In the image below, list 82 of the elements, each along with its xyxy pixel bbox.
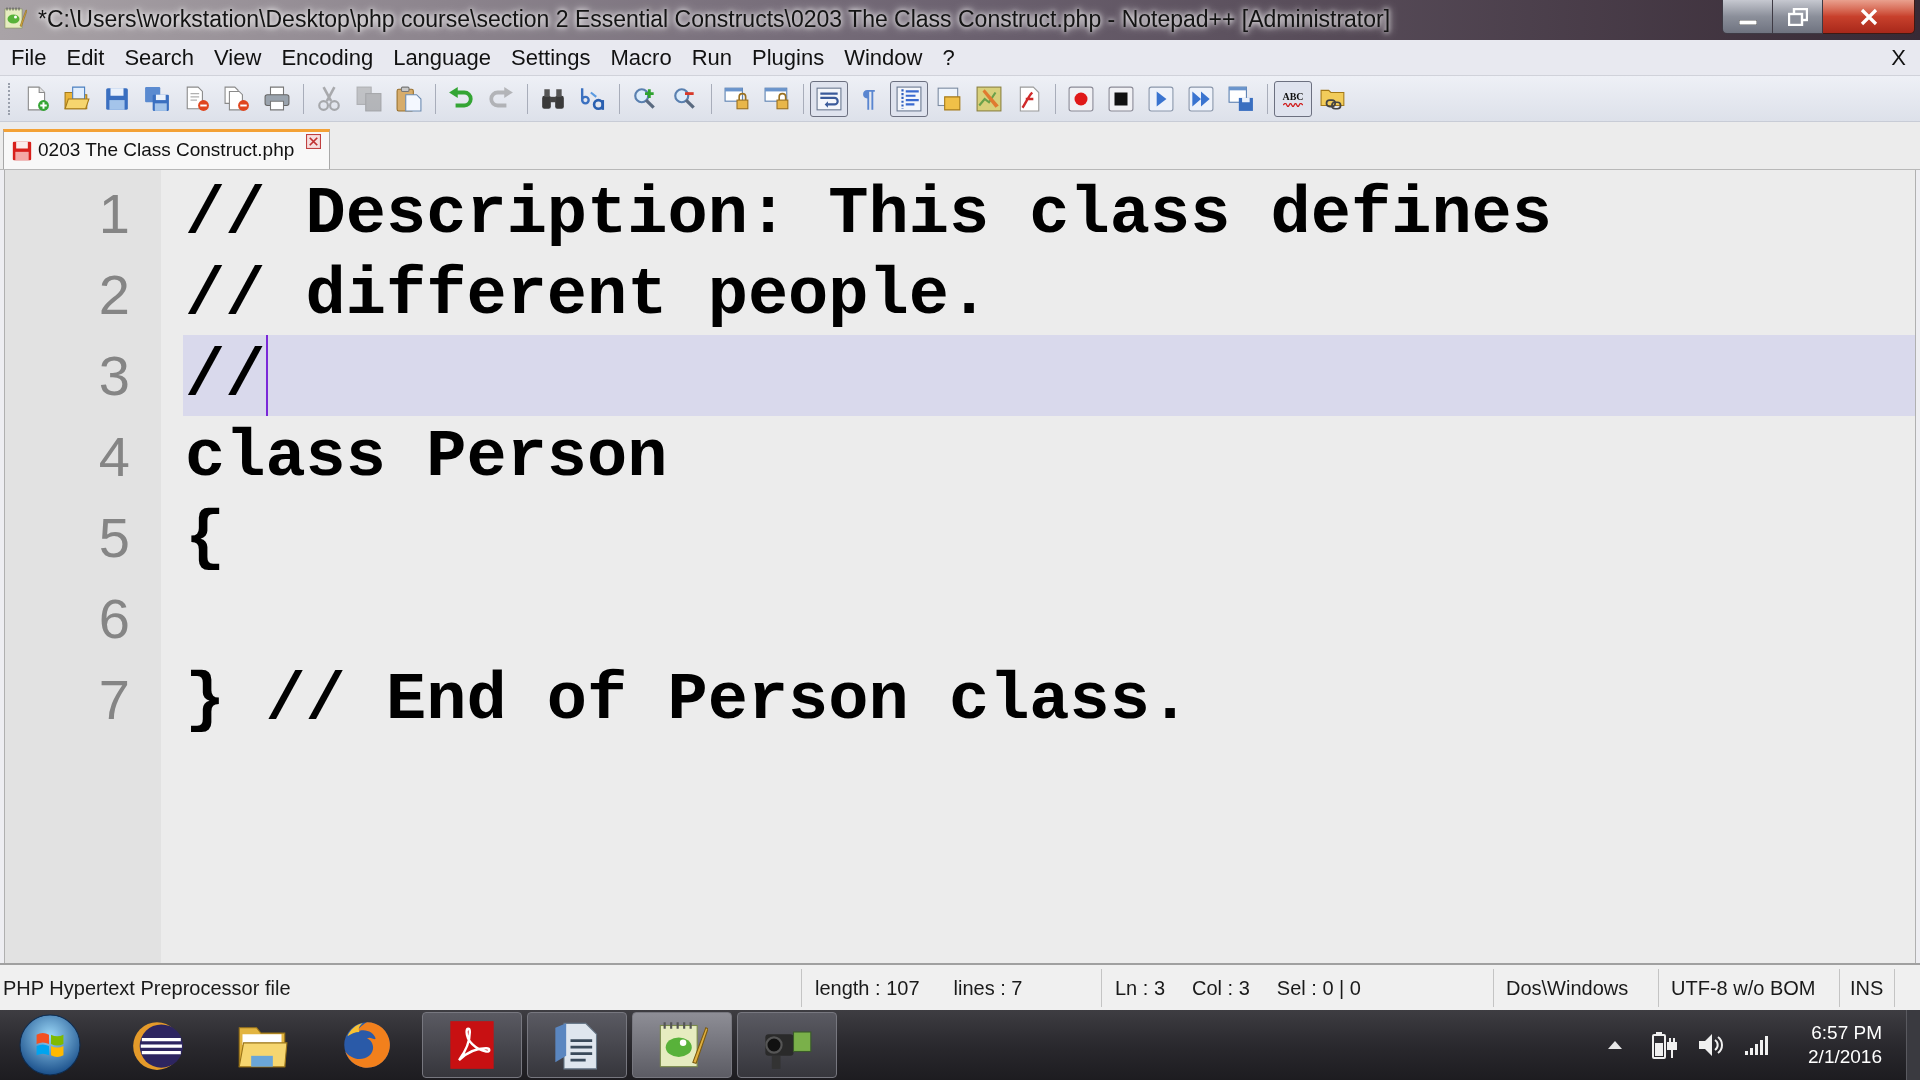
striped-sphere-icon: [131, 1019, 183, 1071]
restore-icon: [1787, 7, 1808, 26]
speaker-icon[interactable]: [1698, 1032, 1725, 1058]
line-number: 6: [98, 586, 130, 651]
menu-item[interactable]: ?: [932, 43, 965, 72]
taskbar-button[interactable]: [527, 1012, 627, 1078]
page-folder-icon: [936, 85, 962, 112]
minimize-button[interactable]: [1722, 0, 1773, 34]
scissors-icon: [316, 85, 342, 112]
restore-button[interactable]: [1773, 0, 1823, 34]
fast-forward-icon: [1188, 85, 1214, 112]
start-orb-icon: [19, 1014, 81, 1076]
clock-date[interactable]: 2/1/2016: [1808, 1045, 1882, 1069]
close-document-button[interactable]: X: [1891, 43, 1906, 72]
line-number: 4: [98, 424, 130, 489]
line-number: 3: [98, 343, 130, 408]
magnifier-plus-icon: [632, 85, 658, 112]
windows-lock-icon: [724, 85, 750, 112]
status-text: length : 107: [815, 975, 920, 1000]
notepad-icon: [3, 6, 27, 30]
line-number: 5: [98, 505, 130, 570]
code-text: //: [185, 337, 266, 414]
line-number: 2: [98, 262, 130, 327]
squiggle-icon: [1283, 102, 1303, 107]
printer-icon: [264, 85, 290, 112]
menu-item[interactable]: Language: [383, 43, 502, 72]
windows-floppy-icon: [1228, 85, 1254, 112]
menu-item[interactable]: View: [204, 43, 272, 72]
indent-lines-icon: [896, 85, 922, 112]
status-text: PHP Hypertext Preprocessor file: [3, 975, 291, 1000]
code-text: {: [185, 499, 226, 576]
open-folder-icon: [64, 85, 90, 112]
menu-item[interactable]: Encoding: [271, 43, 384, 72]
menu-item[interactable]: Macro: [600, 43, 682, 72]
up-triangle-icon[interactable]: [1608, 1041, 1623, 1049]
menu-item[interactable]: Edit: [56, 43, 115, 72]
status-text: Col : 3: [1192, 975, 1250, 1000]
status-text: Ln : 3: [1115, 975, 1166, 1000]
status-text: Dos\Windows: [1506, 975, 1629, 1000]
clock-time[interactable]: 6:57 PM: [1811, 1021, 1882, 1045]
floppy-disks-icon: [144, 85, 170, 112]
close-button[interactable]: [1823, 0, 1915, 34]
record-icon: [1068, 85, 1094, 112]
replace-icon: [580, 85, 606, 112]
close-icon[interactable]: [306, 134, 322, 149]
stop-icon: [1108, 85, 1134, 112]
word-wrap-icon: [816, 85, 842, 112]
menu-item[interactable]: Settings: [501, 43, 601, 72]
battery-plug-icon[interactable]: [1652, 1031, 1679, 1059]
line-number: 1: [98, 181, 130, 246]
windows-lock-icon: [764, 85, 790, 112]
menu-item[interactable]: Window: [834, 43, 933, 72]
globe-swirl-icon: [341, 1019, 393, 1071]
toolbar-button[interactable]: ABC: [1274, 80, 1312, 117]
pages-minus-icon: [224, 85, 250, 112]
map-pencil-icon: [976, 85, 1002, 112]
minimize-icon: [1738, 20, 1757, 25]
status-text: INS: [1850, 975, 1884, 1000]
menu-item[interactable]: Search: [114, 43, 205, 72]
copy-pages-icon: [356, 85, 382, 112]
magnifier-minus-icon: [672, 85, 698, 112]
line-number: 7: [98, 667, 130, 732]
taskbar-button[interactable]: [422, 1012, 522, 1078]
play-icon: [1148, 85, 1174, 112]
menu-item[interactable]: File: [1, 43, 57, 72]
code-text: // Description: This class defines: [185, 175, 1553, 252]
signal-bars-icon[interactable]: [1744, 1035, 1769, 1055]
menu-item[interactable]: Plugins: [742, 43, 835, 72]
status-text: UTF-8 w/o BOM: [1671, 975, 1816, 1000]
menu-item[interactable]: Run: [681, 43, 742, 72]
start-button[interactable]: [19, 1014, 81, 1076]
code-text: // different people.: [185, 256, 990, 333]
toolbar-button[interactable]: [810, 80, 848, 117]
clipboard-icon: [396, 85, 422, 112]
page-minus-icon: [184, 85, 210, 112]
code-text: class Person: [185, 418, 668, 495]
status-text: Sel : 0 | 0: [1276, 975, 1361, 1000]
status-text: lines : 7: [953, 975, 1023, 1000]
window-title: *C:\Users\workstation\Desktop\php course\section 2 Essential Constructs\0203 The Class Construct.php - Notepad++ [Administrator]: [38, 5, 1391, 33]
file-tab[interactable]: 0203 The Class Construct.php: [3, 129, 331, 169]
close-icon: [1858, 7, 1879, 26]
code-text: } // End of Person class.: [185, 661, 1191, 738]
